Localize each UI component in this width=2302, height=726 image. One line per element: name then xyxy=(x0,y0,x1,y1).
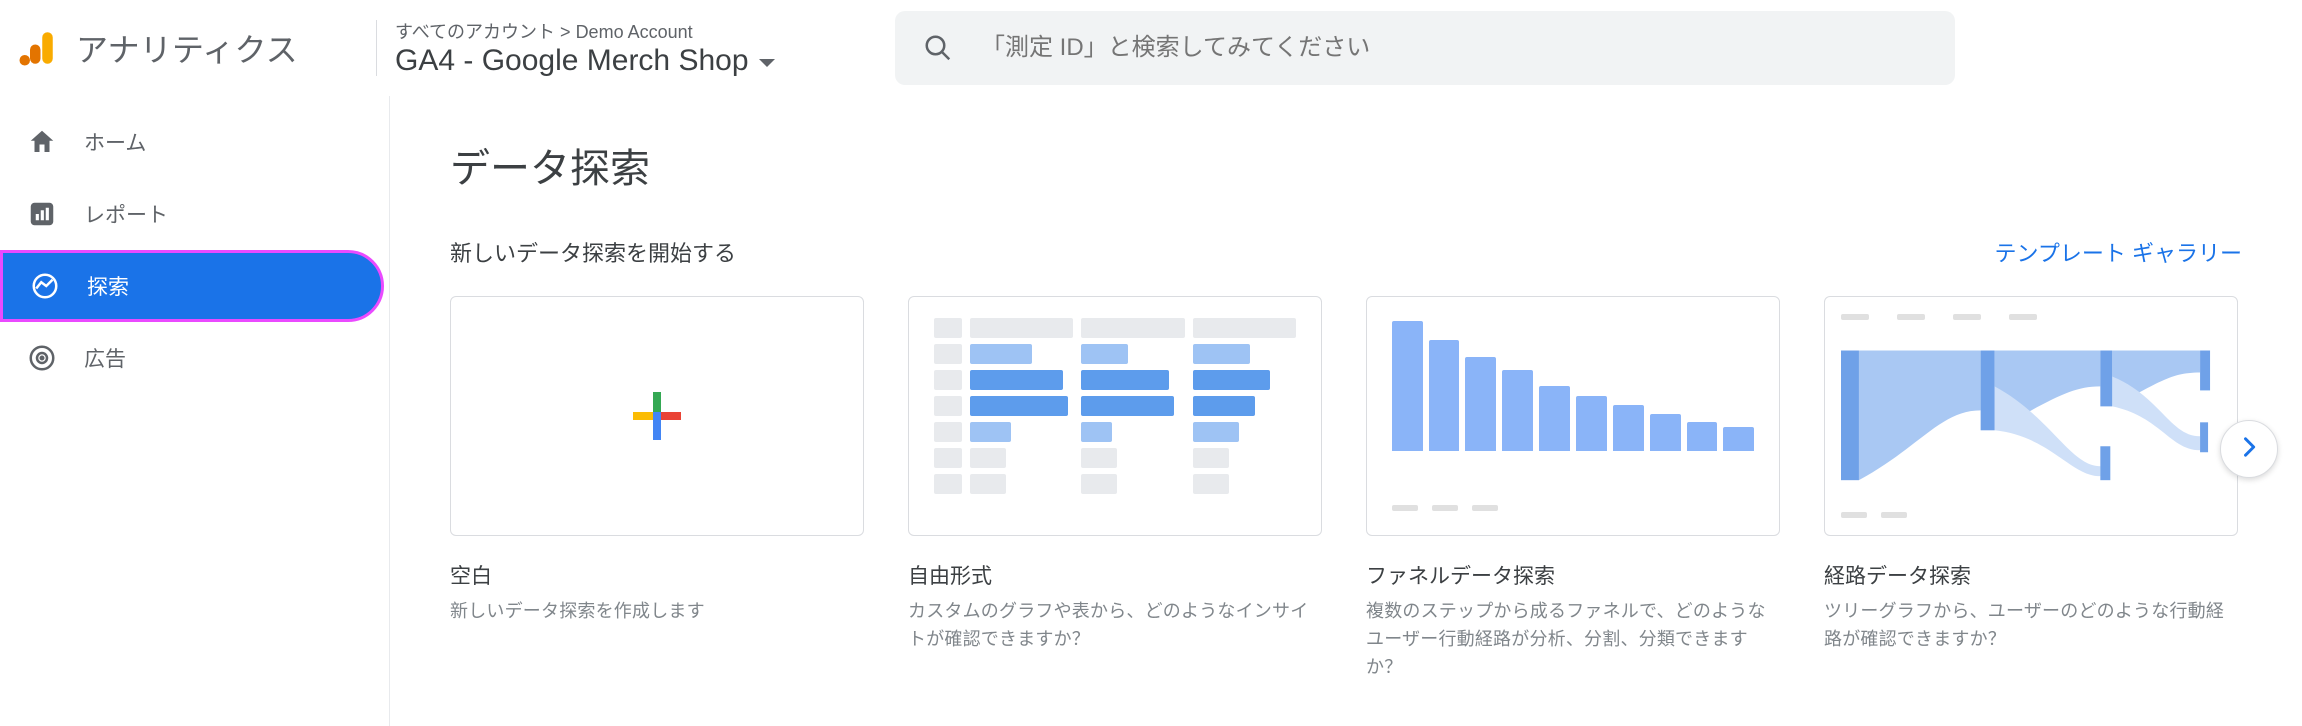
funnel-thumbnail-icon xyxy=(1392,321,1755,511)
bar-chart-icon xyxy=(26,198,58,230)
sidebar-item-reports[interactable]: レポート xyxy=(0,178,389,250)
page-title: データ探索 xyxy=(450,136,2242,194)
template-thumbnail[interactable] xyxy=(450,296,864,536)
main-content: データ探索 新しいデータ探索を開始する テンプレート ギャラリー 空白 新しいデ… xyxy=(390,96,2302,726)
plus-icon xyxy=(633,392,681,440)
vertical-divider xyxy=(376,20,377,76)
template-card-desc: 新しいデータ探索を作成します xyxy=(450,598,864,626)
property-name: GA4 - Google Merch Shop xyxy=(395,44,749,78)
sub-title: 新しいデータ探索を開始する xyxy=(450,236,736,268)
app-title: アナリティクス xyxy=(76,25,298,71)
template-card-title: 空白 xyxy=(450,560,864,590)
property-name-row[interactable]: GA4 - Google Merch Shop xyxy=(395,44,865,78)
sidebar-item-ads[interactable]: 広告 xyxy=(0,322,389,394)
template-card-title: 経路データ探索 xyxy=(1824,560,2238,590)
freeform-thumbnail-icon xyxy=(934,318,1297,513)
template-card-title: ファネルデータ探索 xyxy=(1366,560,1780,590)
template-card-title: 自由形式 xyxy=(908,560,1322,590)
template-thumbnail[interactable] xyxy=(1366,296,1780,536)
template-card-path[interactable]: 経路データ探索 ツリーグラフから、ユーザーのどのような行動経路が確認できますか？ xyxy=(1824,296,2238,682)
caret-down-icon xyxy=(759,59,775,67)
search-input[interactable] xyxy=(981,34,1927,62)
scroll-next-button[interactable] xyxy=(2220,420,2278,478)
cards-row: 空白 新しいデータ探索を作成します xyxy=(450,296,2242,682)
cards-viewport: 空白 新しいデータ探索を作成します xyxy=(450,296,2242,682)
breadcrumb: すべてのアカウント > Demo Account xyxy=(395,18,865,44)
logo-block[interactable]: アナリティクス xyxy=(16,0,376,96)
sidebar-item-label: レポート xyxy=(84,199,168,229)
analytics-logo-icon xyxy=(16,27,58,69)
explore-icon xyxy=(29,270,61,302)
chevron-right-icon: > xyxy=(560,22,576,42)
app-header: アナリティクス すべてのアカウント > Demo Account GA4 - G… xyxy=(0,0,2302,96)
property-selector[interactable]: すべてのアカウント > Demo Account GA4 - Google Me… xyxy=(395,0,865,96)
template-card-blank[interactable]: 空白 新しいデータ探索を作成します xyxy=(450,296,864,682)
sidebar-item-label: 探索 xyxy=(87,271,129,301)
breadcrumb-account: Demo Account xyxy=(576,22,693,42)
template-card-freeform[interactable]: 自由形式 カスタムのグラフや表から、どのようなインサイトが確認できますか？ xyxy=(908,296,1322,682)
subtitle-row: 新しいデータ探索を開始する テンプレート ギャラリー xyxy=(450,236,2242,268)
template-card-funnel[interactable]: ファネルデータ探索 複数のステップから成るファネルで、どのようなユーザー行動経路… xyxy=(1366,296,1780,682)
sidebar-item-home[interactable]: ホーム xyxy=(0,106,389,178)
chevron-right-icon xyxy=(2235,433,2263,466)
sidebar-item-explore[interactable]: 探索 xyxy=(0,250,384,322)
template-gallery-link[interactable]: テンプレート ギャラリー xyxy=(1995,236,2242,268)
sidebar: ホーム レポート 探索 xyxy=(0,96,390,726)
template-card-desc: カスタムのグラフや表から、どのようなインサイトが確認できますか？ xyxy=(908,598,1322,654)
target-icon xyxy=(26,342,58,374)
sidebar-item-label: 広告 xyxy=(84,343,126,373)
template-card-desc: ツリーグラフから、ユーザーのどのような行動経路が確認できますか？ xyxy=(1824,598,2238,654)
template-card-desc: 複数のステップから成るファネルで、どのようなユーザー行動経路が分析、分割、分類で… xyxy=(1366,598,1780,682)
template-thumbnail[interactable] xyxy=(908,296,1322,536)
home-icon xyxy=(26,126,58,158)
search-icon xyxy=(923,33,953,63)
breadcrumb-root: すべてのアカウント xyxy=(395,22,555,42)
sidebar-item-label: ホーム xyxy=(84,127,146,157)
template-thumbnail[interactable] xyxy=(1824,296,2238,536)
sankey-thumbnail-icon xyxy=(1841,314,2220,519)
search-bar[interactable] xyxy=(895,11,1955,85)
